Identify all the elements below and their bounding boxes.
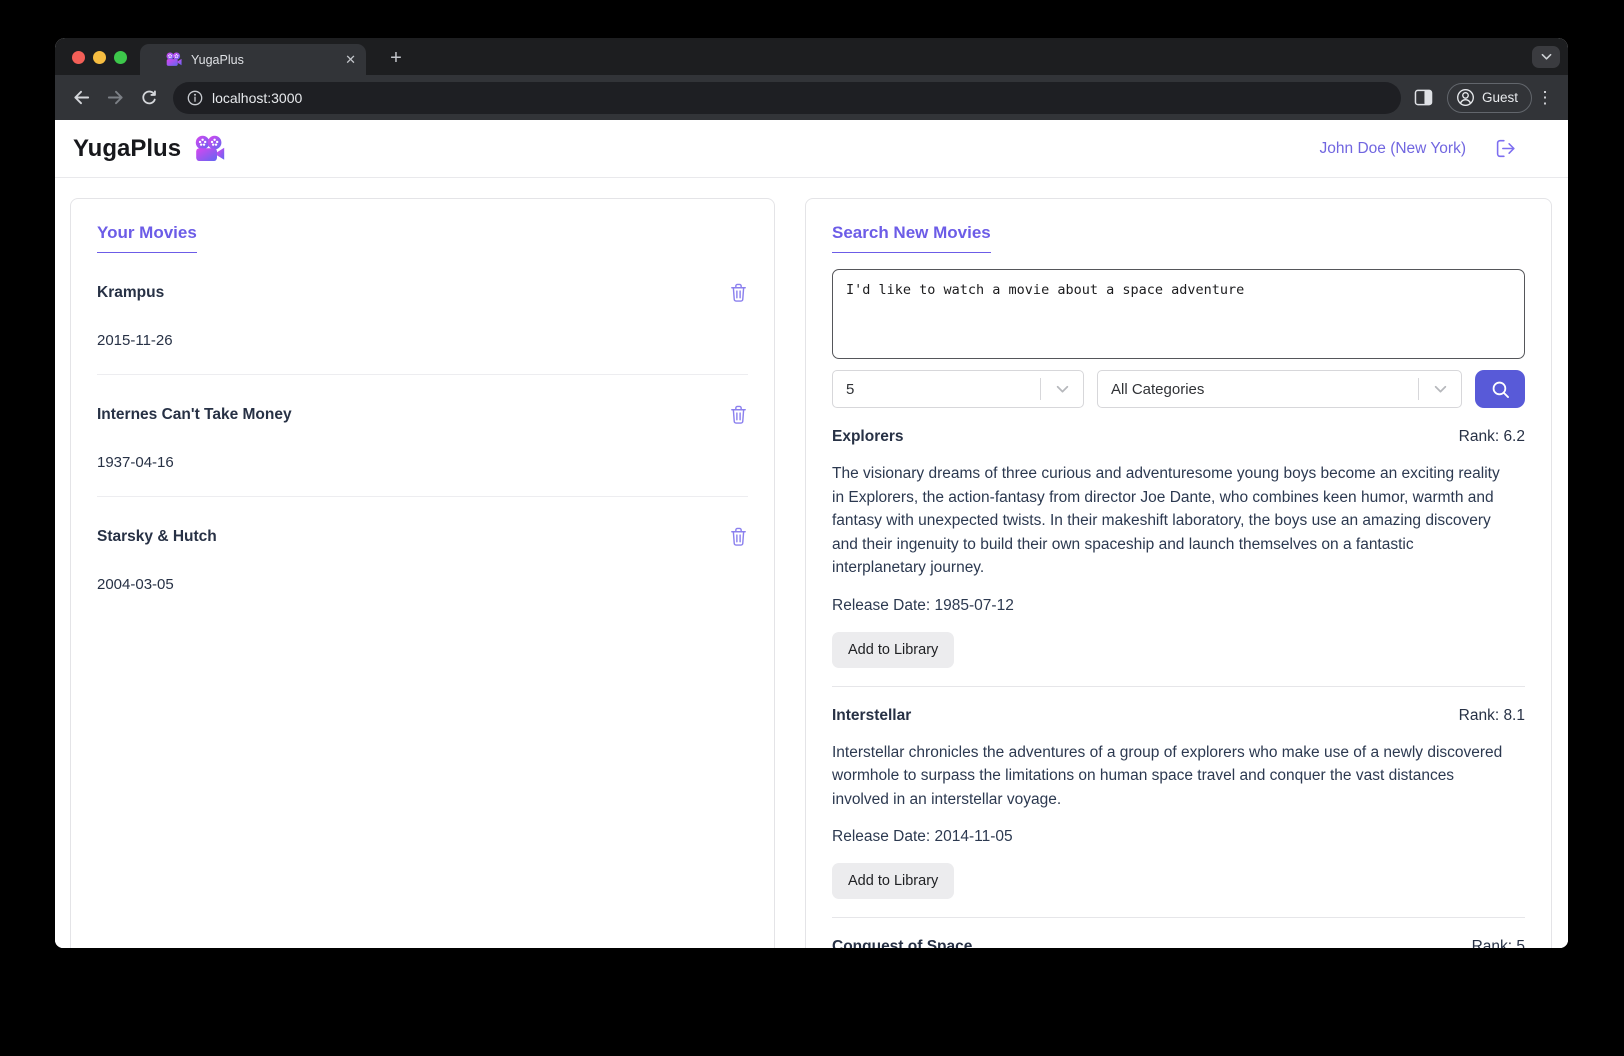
result-title: Interstellar — [832, 707, 911, 725]
window-minimize-button[interactable] — [93, 51, 106, 64]
window-zoom-button[interactable] — [114, 51, 127, 64]
library-movie-row: Starsky & Hutch 2004-03-05 — [97, 526, 748, 593]
divider — [832, 686, 1525, 687]
max-results-value: 5 — [833, 381, 1040, 398]
your-movies-title: Your Movies — [97, 223, 197, 253]
search-movies-panel: Search New Movies I'd like to watch a mo… — [805, 198, 1552, 948]
movie-title: Krampus — [97, 284, 164, 302]
movie-date: 1937-04-16 — [97, 454, 748, 471]
side-panel-button[interactable] — [1409, 83, 1439, 113]
trash-icon — [729, 404, 748, 425]
result-release-date: Release Date: 2014-11-05 — [832, 828, 1525, 846]
trash-icon — [729, 526, 748, 547]
result-description: Interstellar chronicles the adventures o… — [832, 741, 1506, 812]
favicon-movie-camera-icon — [165, 52, 182, 67]
divider — [832, 917, 1525, 918]
side-panel-icon — [1414, 89, 1433, 106]
browser-menu-button[interactable]: ⋮ — [1532, 83, 1558, 113]
delete-movie-button[interactable] — [729, 404, 748, 425]
kebab-menu-icon: ⋮ — [1537, 88, 1554, 108]
window-traffic-lights — [72, 51, 127, 64]
browser-tab[interactable]: YugaPlus ✕ — [140, 44, 366, 75]
movie-title: Starsky & Hutch — [97, 528, 217, 546]
page: YugaPlus John Doe (New York) — [55, 120, 1568, 948]
url-text[interactable]: localhost:3000 — [212, 90, 302, 106]
delete-movie-button[interactable] — [729, 526, 748, 547]
logout-button[interactable] — [1495, 138, 1518, 159]
logout-icon — [1495, 138, 1518, 159]
category-value: All Categories — [1098, 381, 1418, 398]
chevron-down-icon — [1041, 385, 1083, 394]
add-to-library-button[interactable]: Add to Library — [832, 863, 954, 899]
tab-search-chevron-button[interactable] — [1532, 46, 1560, 68]
add-to-library-button[interactable]: Add to Library — [832, 632, 954, 668]
divider — [97, 496, 748, 497]
reload-icon — [140, 89, 158, 107]
profile-guest-button[interactable]: Guest — [1447, 83, 1532, 113]
movie-camera-logo-icon — [193, 135, 225, 163]
chevron-down-icon — [1541, 53, 1552, 61]
result-rank: Rank: 6.2 — [1459, 428, 1525, 446]
user-profile-link[interactable]: John Doe (New York) — [1320, 140, 1466, 158]
chevron-down-icon — [1419, 385, 1461, 394]
library-movie-row: Internes Can't Take Money 1937-04-16 — [97, 404, 748, 497]
result-release-date: Release Date: 1985-07-12 — [832, 597, 1525, 615]
search-new-movies-title: Search New Movies — [832, 223, 991, 253]
main-content: Your Movies Krampus 2015-11-26 Internes … — [55, 178, 1568, 948]
movie-title: Internes Can't Take Money — [97, 406, 292, 424]
library-movie-row: Krampus 2015-11-26 — [97, 282, 748, 375]
search-result: Explorers Rank: 6.2 The visionary dreams… — [832, 428, 1525, 687]
search-controls: 5 All Categories — [832, 370, 1525, 408]
forward-button[interactable] — [101, 84, 129, 112]
your-movies-panel: Your Movies Krampus 2015-11-26 Internes … — [70, 198, 775, 948]
tab-close-icon[interactable]: ✕ — [345, 53, 356, 66]
arrow-right-icon — [106, 88, 125, 107]
divider — [97, 374, 748, 375]
movie-date: 2004-03-05 — [97, 576, 748, 593]
window-close-button[interactable] — [72, 51, 85, 64]
delete-movie-button[interactable] — [729, 282, 748, 303]
guest-label: Guest — [1482, 90, 1518, 105]
new-tab-button[interactable]: + — [383, 45, 409, 71]
result-title: Explorers — [832, 428, 904, 446]
search-query-input[interactable]: I'd like to watch a movie about a space … — [832, 269, 1525, 359]
result-rank: Rank: 5 — [1472, 938, 1525, 948]
address-bar[interactable]: localhost:3000 — [173, 82, 1401, 114]
search-icon — [1490, 379, 1511, 400]
result-title: Conquest of Space — [832, 938, 972, 948]
browser-window: YugaPlus ✕ + localhost:3000 Guest ⋮ — [55, 38, 1568, 948]
tab-title: YugaPlus — [191, 53, 336, 67]
trash-icon — [729, 282, 748, 303]
search-result: Conquest of Space Rank: 5 — [832, 938, 1525, 948]
result-rank: Rank: 8.1 — [1459, 707, 1525, 725]
browser-toolbar: localhost:3000 Guest ⋮ — [55, 75, 1568, 120]
category-select[interactable]: All Categories — [1097, 370, 1462, 408]
movie-date: 2015-11-26 — [97, 332, 748, 349]
arrow-left-icon — [72, 88, 91, 107]
site-header: YugaPlus John Doe (New York) — [55, 120, 1568, 178]
back-button[interactable] — [67, 84, 95, 112]
plus-icon: + — [390, 47, 402, 70]
tab-strip: YugaPlus ✕ + — [55, 38, 1568, 75]
reload-button[interactable] — [135, 84, 163, 112]
result-description: The visionary dreams of three curious an… — [832, 462, 1506, 580]
site-title: YugaPlus — [73, 135, 181, 163]
max-results-select[interactable]: 5 — [832, 370, 1084, 408]
search-result: Interstellar Rank: 8.1 Interstellar chro… — [832, 707, 1525, 919]
search-button[interactable] — [1475, 370, 1525, 408]
person-circle-icon — [1456, 88, 1475, 107]
site-info-icon[interactable] — [187, 90, 203, 106]
